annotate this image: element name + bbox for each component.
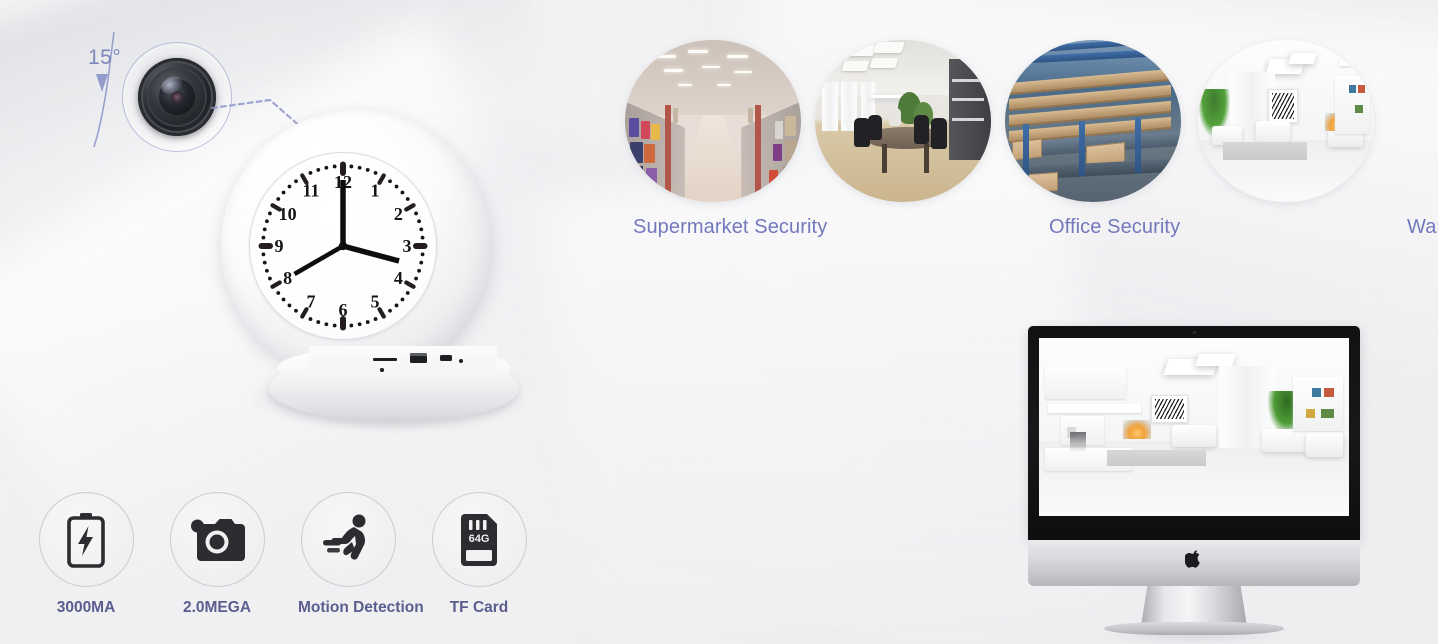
svg-text:9: 9	[275, 236, 284, 256]
clock-dial-icon: 121234567891011	[258, 161, 428, 331]
scene-warehouse[interactable]: Warehouse Security	[1005, 40, 1438, 238]
scene-office-label: Office Security	[1049, 216, 1181, 238]
feature-megapixel-label: 2.0MEGA	[182, 599, 252, 616]
svg-text:8: 8	[283, 268, 292, 288]
running-person-icon	[323, 514, 366, 560]
feature-list: 3000MA 2.0MEGA Motion Detection 64G TF C…	[30, 492, 570, 642]
feature-battery-label: 3000MA	[56, 599, 116, 616]
scene-home-image[interactable]	[1198, 40, 1374, 202]
svg-text:4: 4	[394, 268, 403, 288]
feature-tf-card[interactable]: 64G TF Card	[429, 492, 529, 617]
svg-text:10: 10	[279, 204, 297, 224]
feature-battery-circle[interactable]	[38, 492, 134, 587]
scene-office-image[interactable]	[815, 40, 991, 202]
usb-port	[410, 353, 427, 363]
micro-usb-port	[440, 355, 452, 361]
svg-text:2: 2	[394, 204, 403, 224]
svg-text:6: 6	[339, 300, 348, 320]
product-banner: 15° 121234567891011	[0, 0, 1438, 644]
use-case-gallery: Supermarket Security Office Security Wa	[600, 40, 1438, 250]
monitor-stand-foot	[1104, 622, 1284, 635]
scene-home[interactable]: Home Security	[1198, 40, 1374, 202]
feature-motion-circle[interactable]	[300, 492, 396, 587]
indicator-pinhole	[380, 368, 384, 372]
scene-warehouse-image[interactable]	[1005, 40, 1181, 202]
camera-icon	[191, 518, 245, 561]
wall-clock-camera: 121234567891011	[205, 110, 545, 430]
monitor-stand-neck	[1141, 586, 1247, 626]
feature-battery[interactable]: 3000MA	[36, 492, 136, 617]
sd-card-icon: 64G	[461, 513, 497, 566]
angle-value-label: 15°	[88, 46, 122, 69]
scene-supermarket-label: Supermarket Security	[633, 216, 828, 238]
feature-tf-card-label: TF Card	[449, 599, 509, 616]
feature-motion-label: Motion Detection	[298, 599, 424, 616]
scene-office[interactable]: Office Security	[815, 40, 1180, 238]
svg-text:3: 3	[403, 236, 412, 256]
feature-tf-card-circle[interactable]: 64G	[431, 492, 527, 587]
svg-text:7: 7	[307, 291, 316, 311]
sd-card-capacity-badge: 64G	[469, 533, 490, 545]
scene-supermarket-image[interactable]	[625, 40, 801, 202]
tf-card-slot-port	[373, 358, 397, 361]
monitor-preview[interactable]	[1028, 326, 1360, 644]
monitor-webcam-icon	[1192, 331, 1196, 334]
battery-charging-icon	[67, 512, 105, 568]
scene-supermarket[interactable]: Supermarket Security	[625, 40, 827, 238]
feature-megapixel[interactable]: 2.0MEGA	[167, 492, 267, 617]
monitor-screen[interactable]	[1039, 338, 1349, 516]
clock-face: 121234567891011	[249, 152, 437, 340]
reset-pinhole	[459, 359, 463, 363]
svg-text:11: 11	[302, 181, 319, 201]
clock-port-plate	[309, 346, 497, 372]
apple-logo-icon	[1185, 550, 1200, 568]
feature-motion-detection[interactable]: Motion Detection	[298, 492, 424, 617]
svg-text:1: 1	[371, 181, 380, 201]
svg-text:5: 5	[371, 291, 380, 311]
feature-megapixel-circle[interactable]	[169, 492, 265, 587]
scene-warehouse-label: Warehouse Security	[1407, 216, 1438, 238]
